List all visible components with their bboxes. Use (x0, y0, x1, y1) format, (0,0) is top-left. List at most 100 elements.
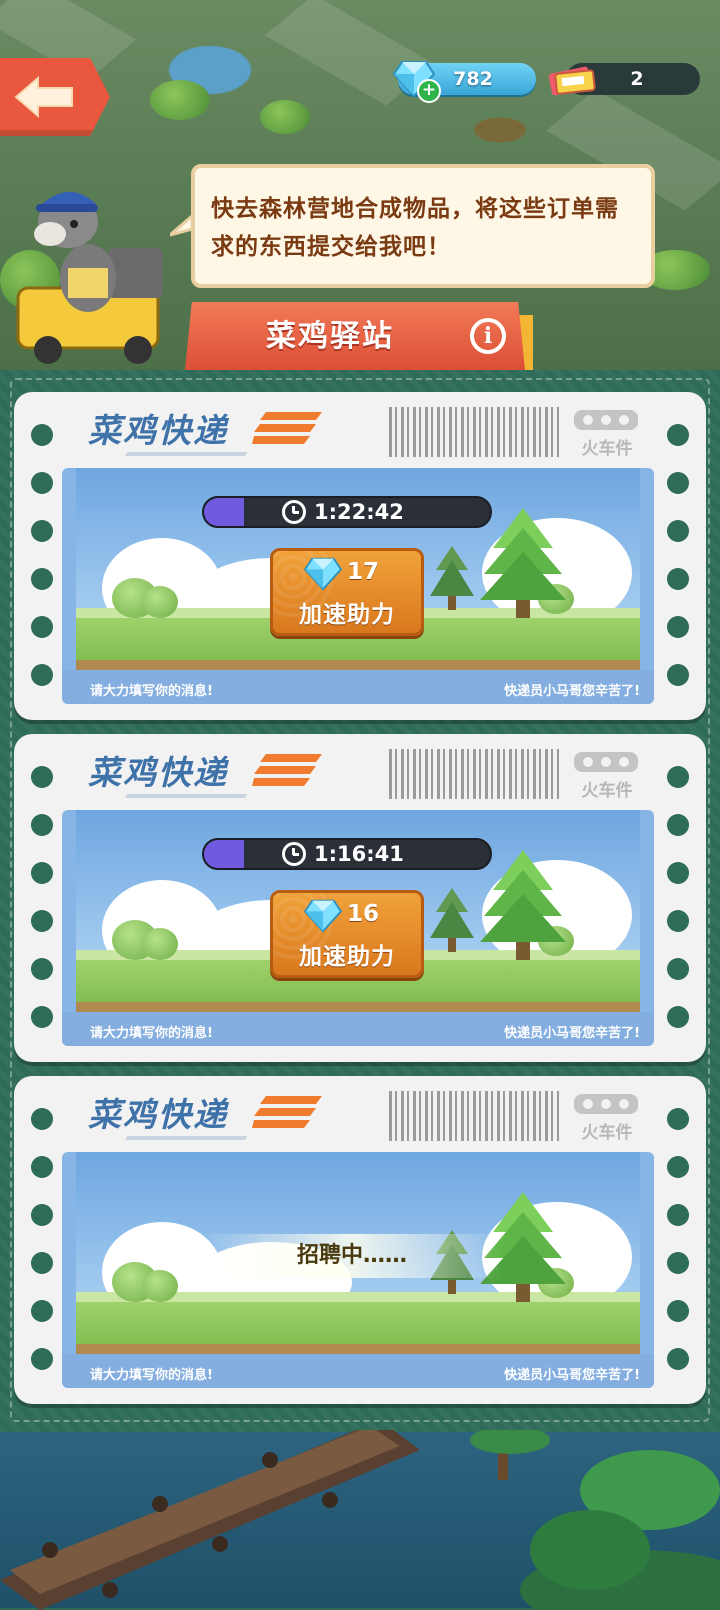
ticket-hole (31, 424, 53, 446)
card-type-label: 火车件 (581, 1123, 633, 1143)
scene-bush (260, 100, 310, 134)
cat-logo-icon (574, 752, 638, 772)
brand-title: 菜鸡快递 (88, 411, 228, 450)
timer-progress-fill (204, 498, 245, 526)
card-type-label: 火车件 (581, 439, 633, 459)
ticket-hole (31, 958, 53, 980)
footer-right-note: 快递员小马哥您辛苦了! (504, 684, 640, 699)
shrub (142, 586, 178, 618)
card-type-label: 火车件 (581, 781, 633, 801)
barcode (389, 749, 559, 799)
ticket-hole (667, 958, 689, 980)
speedup-cost: 16 (347, 901, 380, 927)
ticket-hole (667, 520, 689, 542)
ticket-hole (31, 1156, 53, 1178)
ticket-hole (667, 1204, 689, 1226)
delivery-card-2: 菜鸡快递 火车件 请大力填写你的消息! 快递员小马哥您辛苦了! 1:16:41 … (14, 734, 706, 1062)
pine-tree (430, 888, 474, 952)
ticket-hole (667, 616, 689, 638)
brand-speed-stripes-icon (252, 754, 322, 786)
ticket-hole (31, 616, 53, 638)
ticket-hole (31, 862, 53, 884)
ticket-hole (667, 664, 689, 686)
wooden-dock (0, 1430, 420, 1610)
brand-title: 菜鸡快递 (88, 1095, 228, 1134)
card-scene: 请大力填写你的消息! 快递员小马哥您辛苦了! 1:22:42 17 加速助力 (62, 468, 654, 704)
ticket-hole (31, 472, 53, 494)
recruiting-status: 招聘中…… (296, 1243, 407, 1268)
back-arrow-icon (14, 75, 73, 119)
card-scene: 请大力填写你的消息! 快递员小马哥您辛苦了! 1:16:41 16 加速助力 (62, 810, 654, 1046)
footer-left-note: 请大力填写你的消息! (90, 1026, 213, 1041)
delivery-card-1: 菜鸡快递 火车件 请大力填写你的消息! 快递员小马哥您辛苦了! 1:22:42 … (14, 392, 706, 720)
scene-bush (150, 80, 210, 120)
brand-speed-stripes-icon (252, 1096, 322, 1128)
speedup-cost: 17 (347, 559, 380, 585)
shrub (142, 928, 178, 960)
ticket-hole (31, 1006, 53, 1028)
speedup-label: 加速助力 (299, 602, 395, 628)
ticket-hole (31, 520, 53, 542)
pine-tree (480, 508, 566, 618)
ticket-count: 2 (630, 68, 644, 90)
gem-count: 782 (453, 68, 493, 90)
ticket-hole (31, 814, 53, 836)
pine-tree (480, 850, 566, 960)
ticket-hole (31, 1204, 53, 1226)
scene-dirt (76, 1344, 640, 1354)
brand-underline (124, 794, 248, 798)
back-button[interactable] (0, 58, 110, 136)
info-icon[interactable]: i (470, 318, 506, 354)
ticket-hole (667, 1252, 689, 1274)
delivery-card-3: 菜鸡快递 火车件 请大力填写你的消息! 快递员小马哥您辛苦了! 招聘中…… (14, 1076, 706, 1404)
clock-icon (282, 842, 306, 866)
brand-underline (124, 452, 248, 456)
cat-logo-icon (574, 410, 638, 430)
ticket-hole (31, 1300, 53, 1322)
ticket-hole (667, 1108, 689, 1130)
ticket-hole (667, 1348, 689, 1370)
timer-text: 1:16:41 (314, 842, 404, 866)
card-scene: 请大力填写你的消息! 快递员小马哥您辛苦了! 招聘中…… (62, 1152, 654, 1388)
brand-underline (124, 1136, 248, 1140)
footer-left-note: 请大力填写你的消息! (90, 1368, 213, 1383)
scene-dirt (76, 660, 640, 670)
ticket-icon (548, 66, 596, 96)
speech-text: 快去森林营地合成物品，将这些订单需求的东西提交给我吧！ (211, 196, 619, 260)
speedup-button[interactable]: 16 加速助力 (270, 890, 424, 978)
speedup-gem-icon (303, 557, 343, 591)
ticket-hole (667, 568, 689, 590)
timer-progress-fill (204, 840, 245, 868)
ticket-hole (31, 1252, 53, 1274)
ticket-hole (667, 1300, 689, 1322)
ticket-hole (31, 568, 53, 590)
ticket-hole (667, 1156, 689, 1178)
barcode (389, 407, 559, 457)
timer-text: 1:22:42 (314, 500, 404, 524)
ticket-hole (31, 910, 53, 932)
barcode (389, 1091, 559, 1141)
brand-speed-stripes-icon (252, 412, 322, 444)
brand-title: 菜鸡快递 (88, 753, 228, 792)
pine-tree (430, 546, 474, 610)
speedup-label: 加速助力 (299, 944, 395, 970)
footer-right-note: 快递员小马哥您辛苦了! (504, 1026, 640, 1041)
shrub (142, 1270, 178, 1302)
ticket-hole (667, 766, 689, 788)
ticket-hole (667, 862, 689, 884)
courier-donkey-character (16, 191, 163, 364)
scene-dirt (76, 1002, 640, 1012)
speedup-gem-icon (303, 899, 343, 933)
ticket-hole (667, 1006, 689, 1028)
ticket-hole (31, 664, 53, 686)
ticket-hole (31, 1108, 53, 1130)
ticket-hole (667, 910, 689, 932)
palm-island (470, 1430, 720, 1610)
speedup-button[interactable]: 17 加速助力 (270, 548, 424, 636)
ticket-hole (31, 1348, 53, 1370)
footer-left-note: 请大力填写你的消息! (90, 684, 213, 699)
ticket-hole (31, 766, 53, 788)
ticket-hole (667, 472, 689, 494)
cat-logo-icon (574, 1094, 638, 1114)
station-title: 菜鸡驿站 (266, 319, 394, 354)
